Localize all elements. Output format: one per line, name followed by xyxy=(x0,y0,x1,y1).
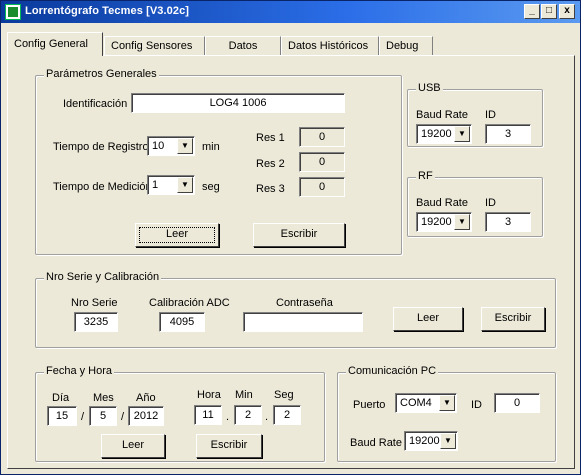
pc-id-field[interactable]: 0 xyxy=(494,393,540,413)
identificacion-label: Identificación xyxy=(63,98,128,110)
min-label: Min xyxy=(235,389,253,401)
chevron-down-icon[interactable]: ▼ xyxy=(439,395,455,411)
nro-serie-field[interactable]: 3235 xyxy=(74,312,118,332)
chevron-down-icon[interactable]: ▼ xyxy=(177,138,193,154)
time-separator-2: . xyxy=(265,411,269,423)
fecha-leer-button[interactable]: Leer xyxy=(101,434,165,458)
title-bar[interactable]: Lorrentógrafo Tecmes [V3.02c] _ □ x xyxy=(1,1,580,23)
pc-baud-label: Baud Rate xyxy=(350,437,402,449)
contrasena-field[interactable] xyxy=(243,312,363,332)
dia-label: Día xyxy=(52,392,70,404)
usb-id-field[interactable]: 3 xyxy=(485,124,531,144)
rf-baud-select[interactable]: 19200 ▼ xyxy=(416,212,472,232)
close-button[interactable]: x xyxy=(559,4,575,19)
res1-field: 0 xyxy=(299,127,345,147)
group-title: RF xyxy=(416,170,435,182)
maximize-button[interactable]: □ xyxy=(541,4,557,19)
contrasena-label: Contraseña xyxy=(276,297,333,309)
focus-ring xyxy=(139,227,215,243)
mes-field[interactable]: 5 xyxy=(89,406,117,426)
puerto-label: Puerto xyxy=(353,399,386,411)
tab-config-general[interactable]: Config General xyxy=(7,32,103,56)
tiempo-registro-unit: min xyxy=(202,141,220,153)
group-title: Nro Serie y Calibración xyxy=(44,271,162,283)
tiempo-medicion-value: 1 xyxy=(152,179,159,191)
res3-field: 0 xyxy=(299,177,345,197)
chevron-down-icon[interactable]: ▼ xyxy=(454,126,470,142)
usb-baud-label: Baud Rate xyxy=(416,109,468,121)
rf-baud-value: 19200 xyxy=(421,216,452,228)
tiempo-medicion-unit: seg xyxy=(202,181,220,193)
puerto-value: COM4 xyxy=(400,397,432,409)
min-field[interactable]: 2 xyxy=(234,405,262,425)
chevron-down-icon[interactable]: ▼ xyxy=(177,177,193,193)
app-icon xyxy=(5,4,21,20)
pc-id-label: ID xyxy=(471,399,482,411)
usb-baud-select[interactable]: 19200 ▼ xyxy=(416,124,472,144)
fecha-escribir-button[interactable]: Escribir xyxy=(196,434,262,458)
minimize-button[interactable]: _ xyxy=(524,4,540,19)
seg-field[interactable]: 2 xyxy=(273,405,301,425)
app-window: Lorrentógrafo Tecmes [V3.02c] _ □ x Conf… xyxy=(0,0,581,475)
identificacion-field[interactable]: LOG4 1006 xyxy=(131,93,345,113)
tab-datos[interactable]: Datos xyxy=(205,36,281,55)
chevron-down-icon[interactable]: ▼ xyxy=(454,214,470,230)
serie-escribir-button[interactable]: Escribir xyxy=(481,307,545,331)
tiempo-registro-label: Tiempo de Registro xyxy=(53,141,149,153)
hora-field[interactable]: 11 xyxy=(194,405,222,425)
puerto-select[interactable]: COM4 ▼ xyxy=(395,393,457,413)
dia-field[interactable]: 15 xyxy=(47,406,77,426)
nro-serie-label: Nro Serie xyxy=(71,297,118,309)
group-title: Fecha y Hora xyxy=(44,365,115,377)
res2-label: Res 2 xyxy=(256,158,285,170)
group-title: USB xyxy=(416,82,443,94)
general-leer-button[interactable]: Leer xyxy=(135,223,219,247)
tiempo-registro-select[interactable]: 10 ▼ xyxy=(147,136,195,156)
time-separator-1: . xyxy=(226,411,230,423)
date-separator-2: / xyxy=(121,411,125,423)
mes-label: Mes xyxy=(93,392,114,404)
seg-label: Seg xyxy=(274,389,294,401)
res2-field: 0 xyxy=(299,152,345,172)
window-title: Lorrentógrafo Tecmes [V3.02c] xyxy=(25,5,190,17)
usb-id-label: ID xyxy=(485,109,496,121)
group-title: Comunicación PC xyxy=(346,365,439,377)
hora-label: Hora xyxy=(197,389,221,401)
rf-id-label: ID xyxy=(485,197,496,209)
res3-label: Res 3 xyxy=(256,183,285,195)
res1-label: Res 1 xyxy=(256,132,285,144)
date-separator-1: / xyxy=(81,411,85,423)
rf-baud-label: Baud Rate xyxy=(416,197,468,209)
calibracion-field[interactable]: 4095 xyxy=(159,312,205,332)
tab-config-sensores[interactable]: Config Sensores xyxy=(104,36,205,55)
pc-baud-select[interactable]: 19200 ▼ xyxy=(404,431,458,451)
calibracion-label: Calibración ADC xyxy=(149,297,230,309)
rf-id-field[interactable]: 3 xyxy=(485,212,531,232)
ano-label: Año xyxy=(136,392,156,404)
tiempo-medicion-label: Tiempo de Medición xyxy=(53,181,152,193)
group-title: Parámetros Generales xyxy=(44,68,159,80)
serie-leer-button[interactable]: Leer xyxy=(393,307,463,331)
chevron-down-icon[interactable]: ▼ xyxy=(440,433,456,449)
usb-baud-value: 19200 xyxy=(421,128,452,140)
general-escribir-button[interactable]: Escribir xyxy=(253,223,345,247)
pc-baud-value: 19200 xyxy=(409,435,440,447)
tab-debug[interactable]: Debug xyxy=(379,36,433,55)
tab-datos-historicos[interactable]: Datos Históricos xyxy=(281,36,379,55)
tiempo-medicion-select[interactable]: 1 ▼ xyxy=(147,175,195,195)
ano-field[interactable]: 2012 xyxy=(128,406,164,426)
tiempo-registro-value: 10 xyxy=(152,140,165,152)
